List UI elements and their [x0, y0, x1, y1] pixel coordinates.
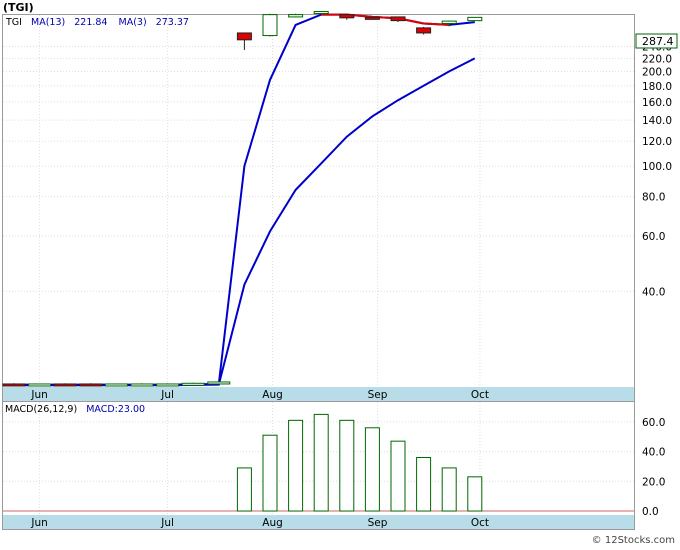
candle-up — [467, 16, 483, 22]
macd-bar — [390, 440, 406, 512]
candle-up — [288, 14, 304, 18]
price-y-tick-label: 220.0 — [642, 53, 672, 65]
price-gridlines — [3, 15, 634, 387]
stock-chart: 240.0220.0200.0180.0160.0140.0120.0100.0… — [2, 1, 678, 546]
candle-down — [53, 383, 77, 387]
candle-down — [416, 27, 432, 34]
legend-ma3-value: 273.37 — [156, 17, 189, 28]
macd-x-tick-label: Oct — [471, 517, 489, 529]
candle-down — [339, 14, 355, 19]
candle-up — [28, 383, 52, 387]
macd-y-tick-label: 20.0 — [642, 476, 665, 488]
price-y-tick-label: 80.0 — [642, 192, 665, 204]
macd-bar — [416, 457, 432, 512]
macd-bar — [441, 467, 457, 512]
macd-bar — [262, 434, 278, 512]
price-x-tick-label: Jul — [160, 389, 174, 401]
last-price-value: 287.4 — [642, 35, 674, 48]
candle-up — [262, 14, 278, 37]
chart-area: 240.0220.0200.0180.0160.0140.0120.0100.0… — [0, 0, 680, 546]
watermark: © 12Stocks.com — [592, 535, 675, 546]
macd-bar — [313, 413, 329, 512]
price-y-axis: 240.0220.0200.0180.0160.0140.0120.0100.0… — [642, 41, 672, 298]
candle-up — [441, 20, 457, 24]
candle-down — [236, 32, 252, 41]
candle-up — [181, 382, 205, 386]
candle-up — [156, 383, 180, 387]
legend-ma13-value: 221.84 — [74, 17, 107, 28]
moving-average-lines — [14, 13, 476, 387]
macd-legend: MACD(26,12,9) MACD:23.00 — [5, 404, 145, 415]
legend-ma13-label: MA(13) — [31, 17, 65, 28]
candlesticks — [2, 11, 483, 387]
ma3-line — [14, 13, 475, 386]
macd-bar — [467, 476, 483, 512]
price-y-tick-label: 60.0 — [642, 231, 665, 243]
price-y-tick-label: 140.0 — [642, 115, 672, 127]
price-y-tick-label: 180.0 — [642, 81, 672, 93]
chart-title: (TGI) — [3, 1, 34, 14]
candle-up — [104, 383, 128, 387]
candle-down — [390, 16, 406, 22]
macd-bars — [3, 413, 634, 512]
price-axis-band — [3, 387, 634, 401]
macd-y-tick-label: 40.0 — [642, 447, 665, 459]
macd-bar — [364, 427, 380, 512]
price-x-tick-label: Aug — [262, 389, 283, 401]
candle-down — [364, 16, 380, 20]
price-y-tick-label: 120.0 — [642, 136, 672, 148]
ma13-line — [14, 57, 476, 387]
macd-y-tick-label: 0.0 — [642, 506, 659, 518]
candle-up — [313, 11, 329, 15]
candle-up — [130, 383, 154, 387]
price-panel-frame — [2, 14, 635, 402]
price-y-tick-label: 100.0 — [642, 161, 672, 173]
candle-down — [2, 383, 26, 387]
price-y-tick-label: 160.0 — [642, 97, 672, 109]
price-legend: TGI MA(13) 221.84 MA(3) 273.37 — [5, 17, 189, 28]
price-y-tick-label: 200.0 — [642, 66, 672, 78]
legend-ma3-label: MA(3) — [119, 17, 147, 28]
candle-up — [207, 381, 231, 385]
macd-x-tick-label: Aug — [262, 517, 283, 529]
macd-bar — [339, 419, 355, 512]
macd-bar — [288, 419, 304, 512]
macd-x-tick-label: Jun — [30, 517, 47, 529]
macd-bar — [236, 467, 252, 512]
macd-axis-band — [3, 515, 634, 529]
legend-ticker: TGI — [5, 17, 22, 28]
price-x-tick-label: Sep — [368, 389, 388, 401]
macd-x-tick-label: Jul — [160, 517, 174, 529]
price-x-tick-label: Jun — [30, 389, 47, 401]
candle-down — [79, 383, 103, 387]
macd-y-axis: 60.0 40.0 20.0 0.0 — [642, 417, 665, 518]
macd-legend-value: MACD:23.00 — [86, 404, 145, 415]
macd-y-tick-label: 60.0 — [642, 417, 665, 429]
macd-legend-label: MACD(26,12,9) — [5, 404, 77, 415]
price-x-tick-label: Oct — [471, 389, 489, 401]
macd-x-tick-label: Sep — [368, 517, 388, 529]
price-y-tick-label: 40.0 — [642, 286, 665, 298]
